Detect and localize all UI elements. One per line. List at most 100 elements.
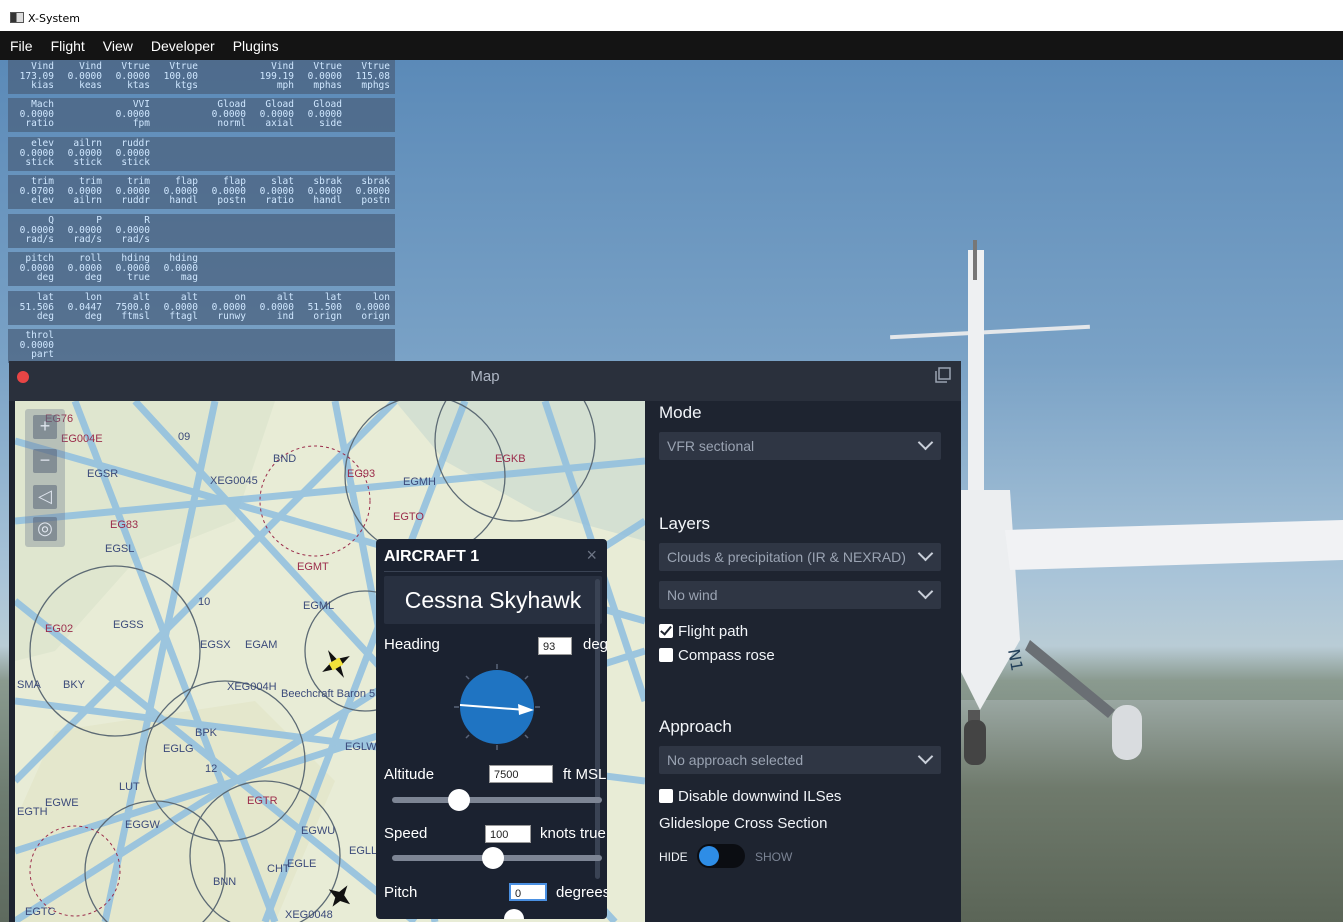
chart-label[interactable]: EGMH bbox=[403, 476, 436, 488]
altitude-slider-thumb[interactable] bbox=[448, 789, 471, 811]
altitude-input[interactable]: 7500 bbox=[489, 765, 553, 783]
altitude-slider[interactable] bbox=[392, 789, 602, 811]
chart-label[interactable]: EGLE bbox=[287, 858, 316, 870]
chart-label[interactable]: EGGW bbox=[125, 819, 160, 831]
data-output-label: rad/s bbox=[25, 234, 54, 245]
chart-label[interactable]: EG83 bbox=[110, 519, 138, 531]
chart-label[interactable]: XEG004H bbox=[227, 681, 277, 693]
chart-label[interactable]: EGTR bbox=[247, 795, 278, 807]
chart-label[interactable]: EGTC bbox=[25, 906, 56, 918]
altitude-unit: ft MSL bbox=[563, 766, 607, 783]
chart-label[interactable]: EGSS bbox=[113, 619, 144, 631]
data-output-label: axial bbox=[265, 118, 294, 129]
chart-label[interactable]: EG93 bbox=[347, 468, 375, 480]
toggle-knob[interactable] bbox=[699, 846, 719, 866]
pitch-input[interactable]: 0 bbox=[509, 883, 547, 901]
close-icon[interactable]: × bbox=[586, 545, 597, 566]
compass-rose-checkbox-row[interactable]: Compass rose bbox=[659, 647, 775, 665]
chart-label[interactable]: EGTO bbox=[393, 511, 424, 523]
weather-layer-value: Clouds & precipitation (IR & NEXRAD) bbox=[667, 549, 906, 565]
wind-layer-select[interactable]: No wind bbox=[659, 581, 941, 609]
chart-label[interactable]: EGML bbox=[303, 600, 334, 612]
speed-label: Speed bbox=[384, 825, 428, 842]
window-title: X-System bbox=[28, 12, 80, 25]
chart-label[interactable]: EGMT bbox=[297, 561, 329, 573]
aircraft-marker-icon[interactable] bbox=[318, 646, 354, 682]
chart-label[interactable]: BND bbox=[273, 453, 296, 465]
chart-label[interactable]: BNN bbox=[213, 876, 236, 888]
chart-label[interactable]: EGKB bbox=[495, 453, 526, 465]
chart-label[interactable]: EGSR bbox=[87, 468, 118, 480]
chart-label[interactable]: EGLW bbox=[345, 741, 377, 753]
chart-label[interactable]: EG004E bbox=[61, 433, 103, 445]
chart-label[interactable]: EGTH bbox=[17, 806, 48, 818]
disable-ils-checkbox[interactable] bbox=[659, 789, 673, 803]
flight-path-checkbox[interactable] bbox=[659, 624, 673, 638]
data-output-label: part bbox=[31, 349, 54, 360]
compass-rose-checkbox[interactable] bbox=[659, 648, 673, 662]
aircraft-name-button[interactable]: Cessna Skyhawk bbox=[384, 576, 602, 624]
north-up-button[interactable]: ◁ bbox=[33, 485, 57, 509]
flight-path-checkbox-row[interactable]: Flight path bbox=[659, 623, 748, 641]
data-output-group: Q 0.0000 rad/s P 0.0000 rad/s R 0.0000 rad/s bbox=[8, 214, 395, 248]
zoom-in-button[interactable]: + bbox=[33, 415, 57, 439]
chart-label[interactable]: 10 bbox=[198, 596, 210, 608]
chart-label[interactable]: EGSL bbox=[105, 543, 134, 555]
chart-label[interactable]: EGWE bbox=[45, 797, 79, 809]
data-output-label: ftmsl bbox=[121, 311, 150, 322]
menu-flight[interactable]: Flight bbox=[41, 31, 93, 60]
chart-label[interactable]: EGAM bbox=[245, 639, 277, 651]
aircraft-panel-title: AIRCRAFT 1 bbox=[384, 548, 480, 565]
pitch-slider-thumb[interactable] bbox=[504, 909, 524, 919]
popout-window-icon[interactable] bbox=[935, 367, 951, 383]
menu-developer[interactable]: Developer bbox=[141, 31, 223, 60]
data-output-label: ktas bbox=[127, 80, 150, 91]
chart-label[interactable]: BKY bbox=[63, 679, 85, 691]
close-window-button[interactable] bbox=[17, 371, 29, 383]
chart-label[interactable]: LUT bbox=[119, 781, 140, 793]
data-output-label: mph bbox=[276, 80, 294, 91]
traffic-aircraft-icon[interactable] bbox=[325, 881, 355, 911]
map-titlebar[interactable]: Map bbox=[9, 361, 961, 401]
menu-view[interactable]: View bbox=[93, 31, 141, 60]
chart-label[interactable]: EGLG bbox=[163, 743, 194, 755]
pitch-unit: degrees bbox=[556, 884, 607, 901]
chart-label[interactable]: EGSX bbox=[200, 639, 231, 651]
chart-label[interactable]: EGLL bbox=[349, 845, 377, 857]
zoom-out-button[interactable]: − bbox=[33, 449, 57, 473]
data-output-cell: R 0.0000 rad/s bbox=[104, 216, 150, 245]
chart-label[interactable]: SMA bbox=[17, 679, 41, 691]
heading-input[interactable]: 93 bbox=[538, 637, 572, 655]
heading-compass[interactable] bbox=[454, 664, 540, 750]
data-output-cell: flap 0.0000 postn bbox=[200, 177, 246, 206]
data-output-cell: flap 0.0000 handl bbox=[152, 177, 198, 206]
chart-label[interactable]: XEG0045 bbox=[210, 475, 258, 487]
chart-label[interactable]: 12 bbox=[205, 763, 217, 775]
svg-text:N1: N1 bbox=[1004, 647, 1027, 672]
data-output-label: stick bbox=[121, 157, 150, 168]
data-output-label: stick bbox=[25, 157, 54, 168]
chart-label[interactable]: EGWU bbox=[301, 825, 335, 837]
approach-select[interactable]: No approach selected bbox=[659, 746, 941, 774]
chart-label[interactable]: 09 bbox=[178, 431, 190, 443]
data-output-group: elev 0.0000 stick ailrn 0.0000 stick ruddr 0.00… bbox=[8, 137, 395, 171]
glideslope-toggle[interactable] bbox=[697, 844, 745, 868]
altitude-label: Altitude bbox=[384, 766, 435, 783]
data-output-label: handl bbox=[169, 195, 198, 206]
data-output-label: postn bbox=[361, 195, 390, 206]
speed-slider[interactable] bbox=[392, 847, 602, 869]
menu-bar: File Flight View Developer Plugins bbox=[0, 31, 1343, 60]
center-aircraft-button[interactable]: ◎ bbox=[33, 517, 57, 541]
mode-select[interactable]: VFR sectional bbox=[659, 432, 941, 460]
chart-label[interactable]: BPK bbox=[195, 727, 217, 739]
data-output-label: handl bbox=[313, 195, 342, 206]
data-output-label: elev bbox=[31, 195, 54, 206]
chart-label[interactable]: EG02 bbox=[45, 623, 73, 635]
speed-input[interactable]: 100 bbox=[485, 825, 531, 843]
menu-file[interactable]: File bbox=[0, 31, 41, 60]
weather-layer-select[interactable]: Clouds & precipitation (IR & NEXRAD) bbox=[659, 543, 941, 571]
disable-ils-checkbox-row[interactable]: Disable downwind ILSes bbox=[659, 788, 841, 806]
speed-slider-thumb[interactable] bbox=[482, 847, 505, 869]
chart-label[interactable]: Beechcraft Baron 5 bbox=[281, 688, 375, 700]
menu-plugins[interactable]: Plugins bbox=[223, 31, 287, 60]
